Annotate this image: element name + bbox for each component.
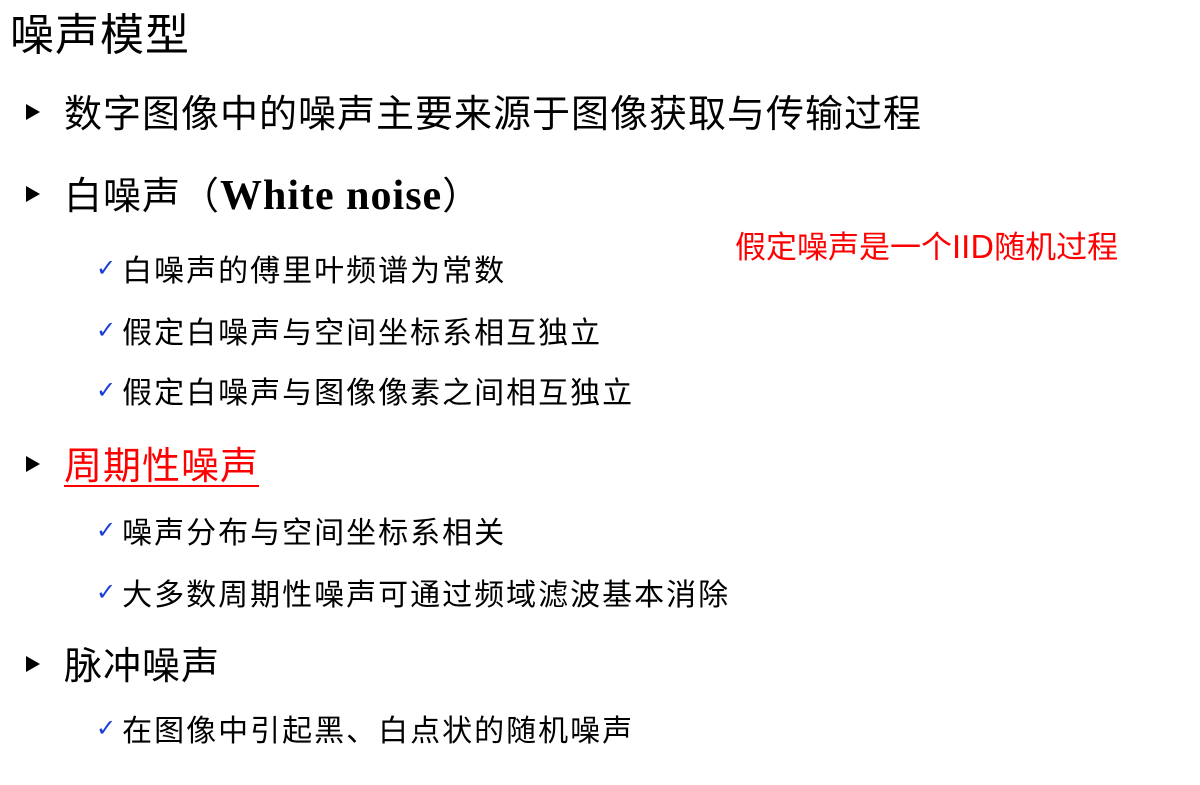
bullet-noise-source: 数字图像中的噪声主要来源于图像获取与传输过程 — [26, 82, 922, 138]
triangle-bullet-icon — [26, 656, 40, 672]
checkmark-icon: ✓ — [96, 714, 117, 742]
triangle-bullet-icon — [26, 104, 40, 120]
white-noise-label-en: White noise — [220, 172, 443, 219]
white-noise-item: ✓ 假定白噪声与图像像素之间相互独立 — [96, 368, 634, 412]
periodic-noise-item: ✓ 大多数周期性噪声可通过频域滤波基本消除 — [96, 570, 730, 614]
bullet-impulse-noise: 脉冲噪声 — [26, 634, 220, 690]
impulse-noise-item: ✓ 在图像中引起黑、白点状的随机噪声 — [96, 706, 634, 750]
checkmark-icon: ✓ — [96, 376, 117, 404]
checkmark-icon: ✓ — [96, 578, 117, 606]
white-noise-label-zh: 白噪声（ — [64, 173, 221, 218]
periodic-noise-item-text: 噪声分布与空间坐标系相关 — [122, 516, 507, 551]
triangle-bullet-icon — [26, 186, 40, 202]
white-noise-label-close: ） — [442, 173, 482, 218]
white-noise-item-text: 假定白噪声与图像像素之间相互独立 — [122, 376, 635, 411]
white-noise-item: ✓ 假定白噪声与空间坐标系相互独立 — [96, 308, 602, 352]
periodic-noise-item: ✓ 噪声分布与空间坐标系相关 — [96, 508, 506, 552]
bullet-white-noise-text: 白噪声（White noise） — [64, 165, 481, 220]
bullet-noise-source-text: 数字图像中的噪声主要来源于图像获取与传输过程 — [64, 91, 923, 136]
checkmark-icon: ✓ — [96, 516, 117, 544]
impulse-noise-item-text: 在图像中引起黑、白点状的随机噪声 — [122, 714, 635, 749]
white-noise-item: ✓ 白噪声的傅里叶频谱为常数 — [96, 246, 506, 290]
checkmark-icon: ✓ — [96, 254, 117, 282]
white-noise-item-text: 假定白噪声与空间坐标系相互独立 — [122, 316, 603, 351]
checkmark-icon: ✓ — [96, 316, 117, 344]
periodic-noise-item-text: 大多数周期性噪声可通过频域滤波基本消除 — [122, 578, 731, 613]
periodic-noise-link[interactable]: 周期性噪声 — [64, 435, 259, 490]
white-noise-item-text: 白噪声的傅里叶频谱为常数 — [122, 254, 507, 289]
iid-note: 假定噪声是一个IID随机过程 — [735, 230, 1119, 266]
bullet-periodic-noise[interactable]: 周期性噪声 — [26, 434, 259, 490]
triangle-bullet-icon — [26, 456, 40, 472]
bullet-white-noise: 白噪声（White noise） — [26, 164, 481, 220]
slide-title: 噪声模型 — [10, 10, 190, 61]
bullet-impulse-noise-text: 脉冲噪声 — [64, 643, 221, 688]
